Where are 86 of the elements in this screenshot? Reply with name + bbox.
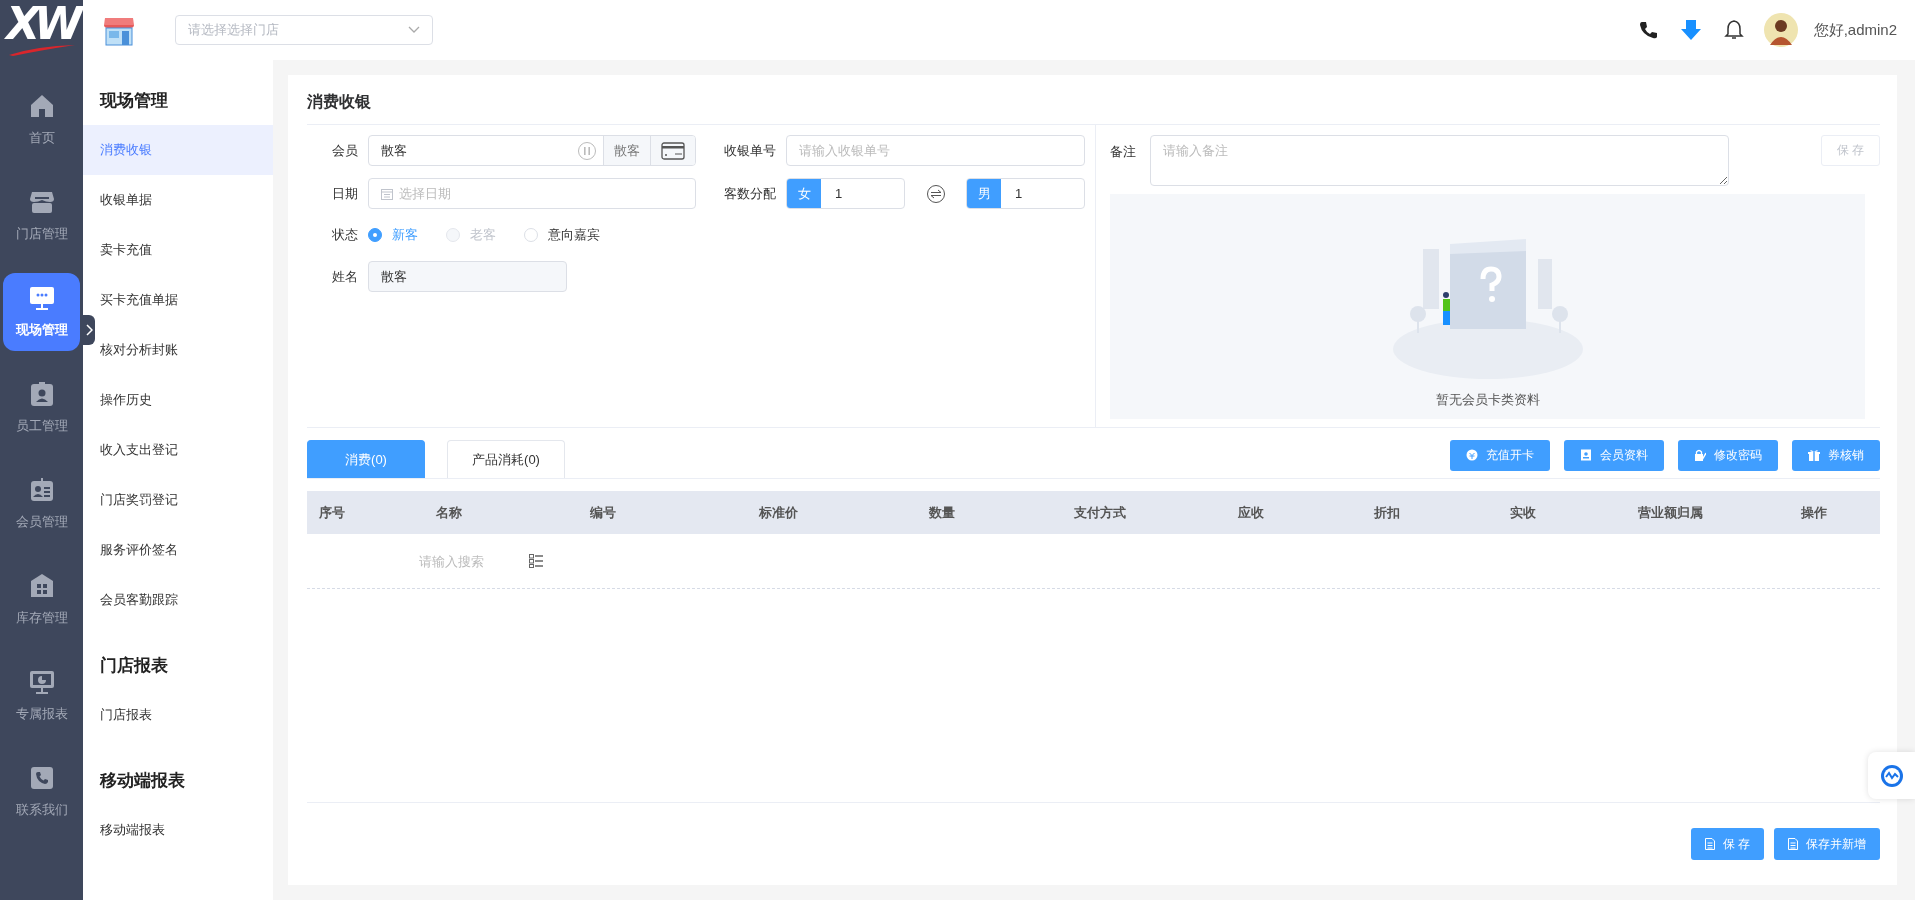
member-card-icon [28,477,55,503]
submenu-item[interactable]: 移动端报表 [83,805,273,855]
status-radio[interactable]: 新客 [368,226,418,244]
collapse-toggle[interactable] [83,315,95,345]
checklist-icon[interactable] [529,554,543,568]
rail-item[interactable]: 员工管理 [3,369,80,447]
lock-pen-icon [1694,449,1706,461]
submenu-heading: 现场管理 [100,90,168,112]
empty-state-text: 暂无会员卡类资料 [1435,391,1540,409]
submenu-item[interactable]: 核对分析封账 [83,325,273,375]
column-header: 标准价 [758,503,799,522]
column-header: 编号 [589,503,617,522]
rail-item[interactable]: 首页 [3,81,80,159]
rail-item[interactable]: 联系我们 [3,753,80,831]
action-button[interactable]: 修改密码 [1678,439,1778,471]
rail-item[interactable]: 现场管理 [3,273,80,351]
action-button[interactable]: 券核销 [1792,439,1880,471]
document-icon [1704,838,1715,850]
column-header: 序号 [318,503,346,522]
submenu-heading: 移动端报表 [100,770,185,792]
field-label: 收银单号 [723,141,776,160]
column-header: 应收 [1236,503,1265,522]
submenu-item[interactable]: 会员客勤跟踪 [83,575,273,625]
monitor-chart-icon [28,669,55,695]
submenu-item[interactable]: 收银单据 [83,175,273,225]
submenu-item[interactable]: 买卡充值单据 [83,275,273,325]
avatar[interactable] [1763,13,1798,47]
tab[interactable]: 消费(0) [307,440,425,478]
id-card-icon [1580,449,1592,461]
rail-item[interactable]: 库存管理 [3,561,80,639]
calendar-icon [381,187,393,200]
female-count-field[interactable]: 女 1 [786,178,905,209]
member-type-addon[interactable]: 散客 [603,136,650,165]
save-button[interactable]: 保存并新增 [1774,828,1880,860]
submenu-item[interactable]: 消费收银 [83,125,273,175]
column-header: 数量 [928,503,956,522]
name-field: 散客 [368,261,567,292]
swap-icon[interactable] [925,183,946,204]
submenu-item[interactable]: 服务评价签名 [83,525,273,575]
submenu-item[interactable]: 门店报表 [83,690,273,740]
field-label: 状态 [331,226,358,244]
bell-icon[interactable] [1723,19,1744,41]
warehouse-icon [28,573,55,599]
assistant-icon[interactable] [1879,763,1904,788]
action-button[interactable]: 充值开卡 [1450,439,1550,471]
field-label: 备注 [1110,143,1136,161]
remark-field[interactable]: 请输入备注 [1150,135,1729,186]
shop-icon [28,189,55,215]
column-header: 实收 [1508,503,1537,522]
tab[interactable]: 产品消耗(0) [447,440,565,478]
column-header: 折扣 [1373,503,1401,522]
greeting-text: 您好,admin2 [1813,20,1897,40]
gift-box-icon [1808,449,1820,461]
field-label: 客数分配 [723,184,776,203]
status-radio[interactable]: 意向嘉宾 [524,226,600,244]
column-header: 操作 [1799,503,1828,522]
male-count-field[interactable]: 男 1 [966,178,1085,209]
submenu-item[interactable]: 操作历史 [83,375,273,425]
phone-icon[interactable] [1637,20,1658,40]
submenu-heading: 门店报表 [100,655,168,677]
coin-icon [1466,449,1478,461]
page-title: 消费收银 [307,92,371,112]
vip-card-icon[interactable] [661,141,685,160]
download-icon[interactable] [1679,19,1702,41]
field-label: 姓名 [331,267,358,286]
save-button[interactable]: 保 存 [1690,828,1764,860]
screen-icon [28,285,55,311]
document-icon [1788,838,1798,850]
rail-item[interactable]: 专属报表 [3,657,80,735]
action-button[interactable]: 会员资料 [1564,439,1664,471]
submenu-item[interactable]: 收入支出登记 [83,425,273,475]
column-header: 支付方式 [1073,503,1127,522]
rail-item[interactable]: 门店管理 [3,177,80,255]
rail-item[interactable]: 会员管理 [3,465,80,543]
id-badge-icon [28,381,55,407]
home-icon [28,93,55,119]
column-header: 名称 [435,503,463,522]
chevron-right-icon [85,324,93,336]
chevron-down-icon [408,26,420,34]
member-field[interactable]: 散客 散客 [368,135,696,166]
submenu-item[interactable]: 门店奖罚登记 [83,475,273,525]
field-label: 会员 [331,141,358,160]
column-header: 营业额归属 [1637,503,1704,522]
phone-icon [28,765,55,791]
field-label: 日期 [331,184,358,203]
submenu-item[interactable]: 卖卡充值 [83,225,273,275]
